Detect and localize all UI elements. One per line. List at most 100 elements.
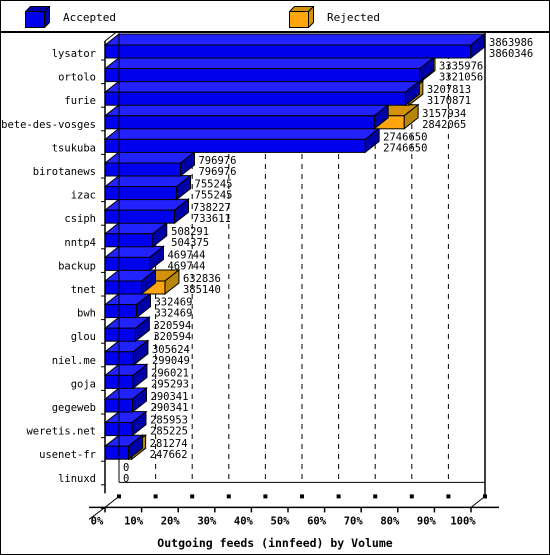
legend-swatch-rejected-icon — [289, 6, 315, 28]
category-label: usenet-fr — [39, 449, 96, 461]
category-label: niel.me — [52, 355, 96, 367]
category-label: tnet — [71, 284, 96, 296]
bar-row — [103, 174, 192, 201]
bar-row — [103, 434, 148, 461]
x-tick-back — [300, 494, 304, 499]
value-label-rejected: 332469 — [154, 308, 192, 320]
value-label-rejected: 320594 — [153, 331, 191, 343]
legend-label-accepted: Accepted — [63, 10, 116, 24]
legend-swatch-accepted-icon — [25, 6, 51, 28]
category-label: goja — [71, 378, 96, 390]
bar-row — [103, 386, 148, 414]
bar-row — [103, 103, 420, 130]
value-label-rejected: 733611 — [193, 213, 231, 225]
tick-labels: 0% 10% 20% 30% 40% 50% 60% 70% 80% 90% 100% — [91, 515, 477, 527]
bar-segment — [103, 410, 148, 437]
bar-row — [103, 80, 425, 107]
category-label: nntp4 — [64, 237, 96, 249]
bar-segment — [103, 363, 149, 390]
bar-segment — [103, 80, 421, 107]
category-label: tsukuba — [52, 142, 96, 154]
value-label-rejected: 3860346 — [489, 48, 533, 60]
bar-row — [103, 56, 437, 83]
value-label-rejected: 299049 — [152, 355, 190, 367]
x-tick-label: 90% — [417, 515, 437, 527]
category-labels: lysator ortolo furie bete-des-vosges tsukuba… — [1, 48, 96, 485]
category-label: bwh — [77, 308, 96, 320]
chart-legend: Accepted Rejected — [1, 1, 549, 33]
category-label: csiph — [64, 213, 96, 225]
bar-segment — [103, 33, 487, 60]
bar-row — [103, 127, 381, 154]
bar-segment — [103, 339, 149, 366]
x-tick-back — [409, 494, 414, 499]
x-tick-label: 50% — [271, 515, 291, 527]
axis-line — [470, 496, 486, 508]
innfeed-volume-chart: Accepted Rejected lysator ortolo furie bete… — [0, 0, 550, 555]
bar-row — [103, 33, 487, 60]
value-label-rejected: 247662 — [150, 449, 188, 461]
category-label: linuxd — [58, 473, 96, 485]
bar-row — [103, 339, 150, 366]
bar-segment — [103, 127, 381, 154]
category-label: izac — [71, 190, 96, 202]
category-label: gegeweb — [52, 402, 96, 414]
plot-area: lysator ortolo furie bete-des-vosges tsukuba… — [1, 33, 549, 554]
category-label: bete-des-vosges — [1, 119, 96, 131]
category-label: glou — [71, 331, 96, 343]
x-tick-back — [117, 494, 121, 499]
category-label: ortolo — [58, 72, 96, 84]
bar-row — [103, 292, 152, 319]
bar-row — [103, 363, 149, 390]
x-tick-label: 40% — [234, 515, 254, 527]
x-tick-back — [226, 494, 231, 499]
bar-row — [103, 268, 181, 296]
x-tick-label: 10% — [124, 515, 144, 527]
x-tick-back — [483, 494, 487, 499]
x-tick-back — [263, 494, 268, 499]
value-label-rejected: 755245 — [195, 190, 233, 202]
x-tick-back — [190, 494, 195, 499]
x-tick-label: 30% — [197, 515, 217, 527]
x-tick-label: 100% — [450, 515, 476, 527]
bar-segment — [103, 103, 390, 130]
plot-svg: lysator ortolo furie bete-des-vosges tsukuba… — [1, 33, 533, 550]
value-label-rejected: 385140 — [183, 284, 221, 296]
category-label: furie — [64, 95, 96, 107]
bar-segment — [103, 221, 169, 248]
bar-row — [103, 221, 169, 248]
x-tick-back — [336, 494, 341, 499]
bar-row — [103, 316, 151, 343]
x-tick-back — [373, 494, 378, 499]
x-tick-label: 0% — [91, 515, 104, 527]
x-tick-back — [153, 494, 158, 499]
value-label-rejected: 285225 — [150, 426, 188, 438]
bar-segment — [103, 198, 190, 225]
bar-segment — [103, 174, 192, 201]
bar-row — [103, 198, 190, 225]
category-label: backup — [58, 260, 96, 272]
bar-segment — [103, 245, 165, 272]
legend-label-rejected: Rejected — [327, 10, 380, 24]
category-label: weretis.net — [26, 426, 96, 438]
x-tick-label: 60% — [307, 515, 327, 527]
value-label-rejected: 2746650 — [383, 142, 427, 154]
axis-line — [104, 496, 120, 508]
value-label-rejected: 469744 — [167, 260, 205, 272]
bar-segment — [103, 292, 152, 319]
bar-row — [103, 245, 165, 272]
legend-entry-accepted: Accepted — [25, 1, 116, 33]
value-label-rejected: 796976 — [198, 166, 236, 178]
x-tick-label: 80% — [380, 515, 400, 527]
value-label-rejected: 290341 — [151, 402, 189, 414]
bar-segment — [103, 316, 151, 343]
x-axis-title: Outgoing feeds (innfeed) by Volume — [157, 536, 392, 550]
value-label-rejected: 3321056 — [439, 72, 483, 84]
category-label: lysator — [52, 48, 96, 60]
value-label-rejected: 504375 — [171, 237, 209, 249]
bar-segment — [103, 386, 148, 414]
category-label: birotanews — [33, 166, 96, 178]
x-tick-label: 20% — [161, 515, 181, 527]
x-tick-back — [446, 494, 451, 499]
bar-segment — [103, 56, 436, 83]
